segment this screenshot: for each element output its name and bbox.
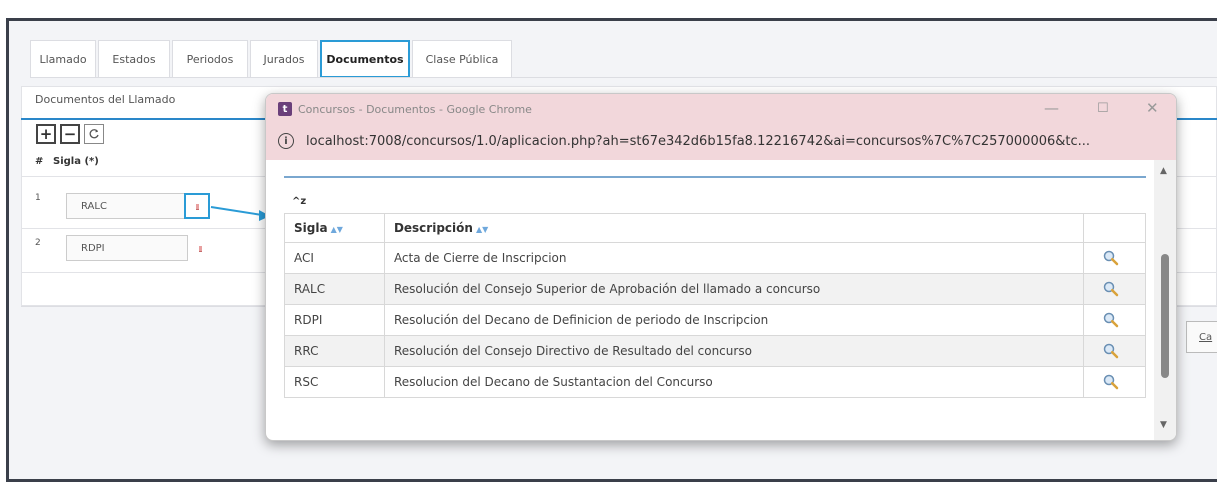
tab-clase-publica[interactable]: Clase Pública [412,40,512,78]
magnifier-icon[interactable] [1102,342,1120,360]
remove-row-button[interactable]: − [60,124,80,144]
select-cell [1083,242,1146,274]
cancel-button[interactable]: Ca [1186,321,1217,353]
sigla-field-row-2[interactable]: RDPI [66,235,188,261]
minimize-icon[interactable]: — [1044,99,1059,117]
sigla-cell: RALC [284,273,385,305]
pencil-icon[interactable] [197,245,205,253]
magnifier-icon[interactable] [1102,249,1120,267]
table-row[interactable]: RSC Resolucion del Decano de Sustantacio… [284,366,1146,398]
tab-bar: Llamado Estados Periodos Jurados Documen… [30,40,514,78]
sigla-field-row-1[interactable]: RALC [66,193,186,219]
sigla-cell: ACI [284,242,385,274]
select-cell [1083,366,1146,398]
select-cell [1083,273,1146,305]
add-row-button[interactable]: + [36,124,56,144]
lookup-popup-window: t Concursos - Documentos - Google Chrome… [265,93,1177,441]
tab-estados[interactable]: Estados [98,40,170,78]
tab-documentos[interactable]: Documentos [320,40,410,78]
scroll-up-icon[interactable]: ▲ [1160,166,1167,176]
sort-icon[interactable]: ▲▼ [331,225,343,234]
tab-periodos[interactable]: Periodos [172,40,248,78]
app-icon: t [278,102,292,116]
maximize-icon[interactable]: ☐ [1097,101,1109,116]
sort-az-icon[interactable]: ^z [292,196,306,207]
sigla-cell: RRC [284,335,385,367]
scroll-down-icon[interactable]: ▼ [1160,420,1167,430]
url-text[interactable]: localhost:7008/concursos/1.0/aplicacion.… [306,134,1090,149]
column-header-actions [1083,213,1146,243]
vertical-scrollbar[interactable]: ▲ ▼ [1154,160,1176,440]
tab-jurados[interactable]: Jurados [250,40,318,78]
column-header-descripcion[interactable]: Descripción ▲▼ [383,213,1085,243]
row-number: 1 [35,193,41,203]
magnifier-icon[interactable] [1102,280,1120,298]
info-icon[interactable]: i [278,133,294,149]
refresh-icon [89,129,99,139]
popup-titlebar: t Concursos - Documentos - Google Chrome… [266,94,1176,124]
tabs-divider [30,77,1217,78]
select-cell [1083,304,1146,336]
content-header-line [284,176,1146,178]
select-cell [1083,335,1146,367]
popup-content: ^z Sigla ▲▼ Descripción ▲▼ ACI Acta de Cie… [278,160,1152,440]
descripcion-cell: Resolucion del Decano de Sustantacion de… [383,366,1085,398]
scrollbar-thumb[interactable] [1161,254,1169,378]
close-icon[interactable]: ✕ [1146,99,1159,117]
pencil-icon [196,204,199,210]
descripcion-cell: Acta de Cierre de Inscripcion [383,242,1085,274]
row-number: 2 [35,238,41,248]
panel-title: Documentos del Llamado [35,93,176,106]
descripcion-cell: Resolución del Consejo Superior de Aprob… [383,273,1085,305]
descripcion-header-label: Descripción [393,221,473,235]
table-row[interactable]: ACI Acta de Cierre de Inscripcion [284,242,1146,274]
magnifier-icon[interactable] [1102,373,1120,391]
tab-llamado[interactable]: Llamado [30,40,96,78]
table-row[interactable]: RALC Resolución del Consejo Superior de … [284,273,1146,305]
table-row[interactable]: RRC Resolución del Consejo Directivo de … [284,335,1146,367]
popup-title: Concursos - Documentos - Google Chrome [298,103,532,116]
lookup-table: Sigla ▲▼ Descripción ▲▼ ACI Acta de Cierre… [284,213,1146,398]
descripcion-cell: Resolución del Decano de Definicion de p… [383,304,1085,336]
lookup-button-row-1[interactable] [184,193,210,219]
magnifier-icon[interactable] [1102,311,1120,329]
sigla-header-label: Sigla [294,221,328,235]
address-bar: i localhost:7008/concursos/1.0/aplicacio… [266,124,1176,160]
sort-icon[interactable]: ▲▼ [476,225,488,234]
sigla-cell: RDPI [284,304,385,336]
table-row[interactable]: RDPI Resolución del Decano de Definicion… [284,304,1146,336]
sigla-cell: RSC [284,366,385,398]
descripcion-cell: Resolución del Consejo Directivo de Resu… [383,335,1085,367]
column-header-sigla: Sigla (*) [53,156,99,167]
toolbar: + − [36,124,104,144]
column-header-number: # [35,156,44,167]
refresh-button[interactable] [84,124,104,144]
column-header-sigla[interactable]: Sigla ▲▼ [284,213,385,243]
